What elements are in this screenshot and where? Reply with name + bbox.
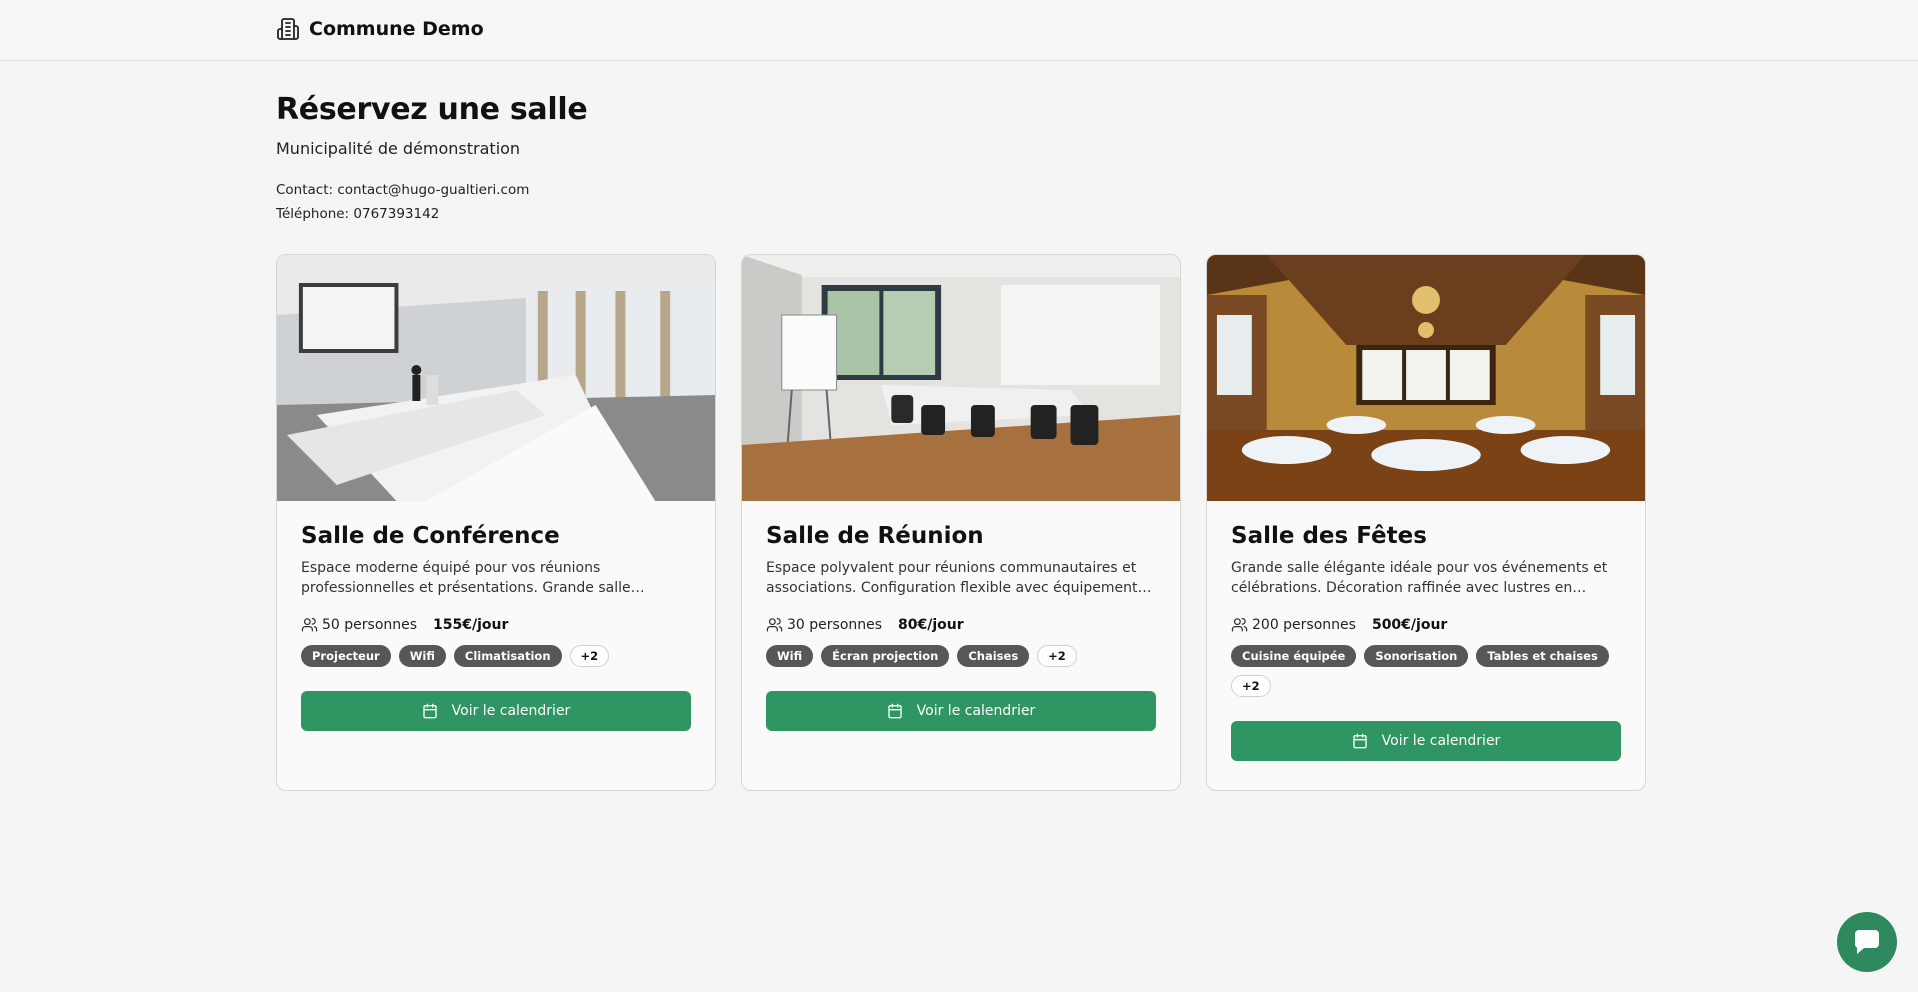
building-icon [277,18,299,40]
room-list: Salle de Conférence Espace moderne équip… [276,254,1646,791]
room-name: Salle de Conférence [301,523,560,549]
room-name: Salle de Réunion [766,523,984,549]
brand[interactable]: Commune Demo [276,17,484,41]
room-price: 155€/jour [433,616,509,633]
more-amenities-badge[interactable]: +2 [1037,645,1077,667]
more-amenities-badge[interactable]: +2 [569,645,610,667]
amenity-tag: Cuisine équipée [1231,645,1357,667]
more-amenities-badge[interactable]: +2 [1231,675,1271,697]
room-price: 500€/jour [1371,616,1448,633]
view-calendar-button[interactable]: Voir le calendrier [1231,721,1621,761]
room-card: Salle de Conférence Espace moderne équip… [276,254,716,791]
calendar-icon [887,703,902,719]
room-capacity: 200 personnes [1252,616,1356,633]
calendar-icon [1352,733,1367,749]
chat-button[interactable] [1837,912,1897,972]
chat-bubble-icon [1854,930,1879,954]
room-meta: 50 personnes 155€/jour [301,616,691,633]
view-calendar-button[interactable]: Voir le calendrier [301,691,691,731]
main-content: Réservez une salle Municipalité de démon… [276,61,1646,791]
amenity-tag: Projecteur [301,645,391,667]
room-photo [277,255,715,501]
room-meta: 200 personnes 500€/jour [1231,616,1621,633]
calendar-icon [422,703,437,719]
users-icon [1231,617,1248,632]
brand-name: Commune Demo [309,18,484,40]
room-card: Salle des Fêtes Grande salle élégante id… [1206,254,1646,791]
amenity-tag: Tables et chaises [1476,645,1609,667]
amenity-tag: Climatisation [453,645,562,667]
room-description: Espace polyvalent pour réunions communau… [766,560,1138,596]
view-calendar-label: Voir le calendrier [916,703,1036,719]
amenity-tag: Chaises [957,645,1030,667]
amenity-tag: Wifi [398,645,446,667]
amenity-tags: Cuisine équipée Sonorisation Tables et c… [1231,645,1621,697]
view-calendar-label: Voir le calendrier [451,703,571,719]
amenity-tag: Sonorisation [1364,645,1469,667]
room-card: Salle de Réunion Espace polyvalent pour … [741,254,1181,791]
room-description: Grande salle élégante idéale pour vos év… [1231,560,1608,596]
amenity-tags: Projecteur Wifi Climatisation +2 [301,645,691,667]
room-price: 80€/jour [898,616,964,633]
top-bar: Commune Demo [0,0,1918,61]
page-title: Réservez une salle [276,92,588,127]
page-subtitle: Municipalité de démonstration [276,139,521,158]
contact-email: Contact: contact@hugo-gualtieri.com [276,182,530,198]
room-name: Salle des Fêtes [1231,523,1427,549]
room-photo [1207,255,1645,501]
room-capacity: 30 personnes [787,616,883,633]
view-calendar-label: Voir le calendrier [1381,733,1501,749]
amenity-tag: Wifi [766,645,814,667]
room-meta: 30 personnes 80€/jour [766,616,1156,633]
users-icon [766,617,783,632]
room-capacity: 50 personnes [322,616,418,633]
users-icon [301,617,318,632]
view-calendar-button[interactable]: Voir le calendrier [766,691,1156,731]
room-description: Espace moderne équipé pour vos réunions … [301,560,631,596]
amenity-tags: Wifi Écran projection Chaises +2 [766,645,1156,667]
room-photo [742,255,1180,501]
contact-info: Contact: contact@hugo-gualtieri.com Télé… [276,178,1644,226]
contact-phone: Téléphone: 0767393142 [276,206,440,222]
amenity-tag: Écran projection [821,645,950,667]
